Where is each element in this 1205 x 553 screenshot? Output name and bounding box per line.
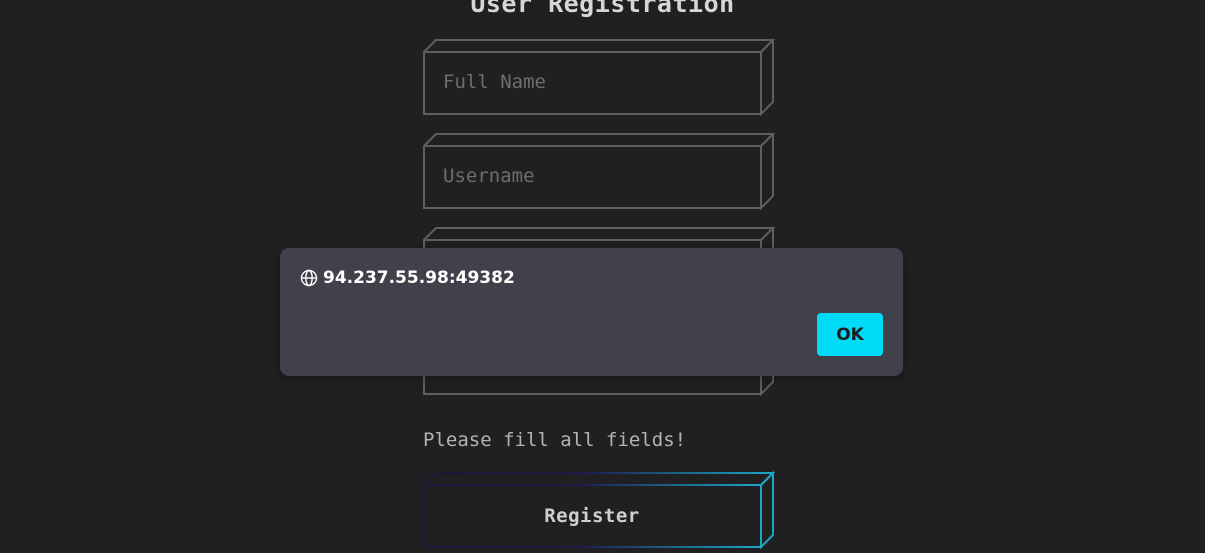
full-name-field[interactable]: Full Name (423, 39, 775, 117)
username-field[interactable]: Username (423, 133, 775, 211)
username-placeholder: Username (443, 165, 535, 187)
dialog-origin-text: 94.237.55.98:49382 (323, 268, 515, 288)
page-title: User Registration (470, 0, 735, 18)
register-button[interactable]: Register (423, 471, 775, 551)
alert-dialog: 94.237.55.98:49382 OK (280, 248, 903, 376)
validation-message: Please fill all fields! (423, 429, 687, 451)
dialog-origin: 94.237.55.98:49382 (300, 268, 515, 288)
ok-button[interactable]: OK (817, 313, 883, 356)
globe-icon (300, 269, 323, 287)
register-button-label: Register (544, 505, 640, 527)
full-name-placeholder: Full Name (443, 71, 546, 93)
registration-page: User Registration Full Name Username Ple… (0, 0, 1205, 553)
